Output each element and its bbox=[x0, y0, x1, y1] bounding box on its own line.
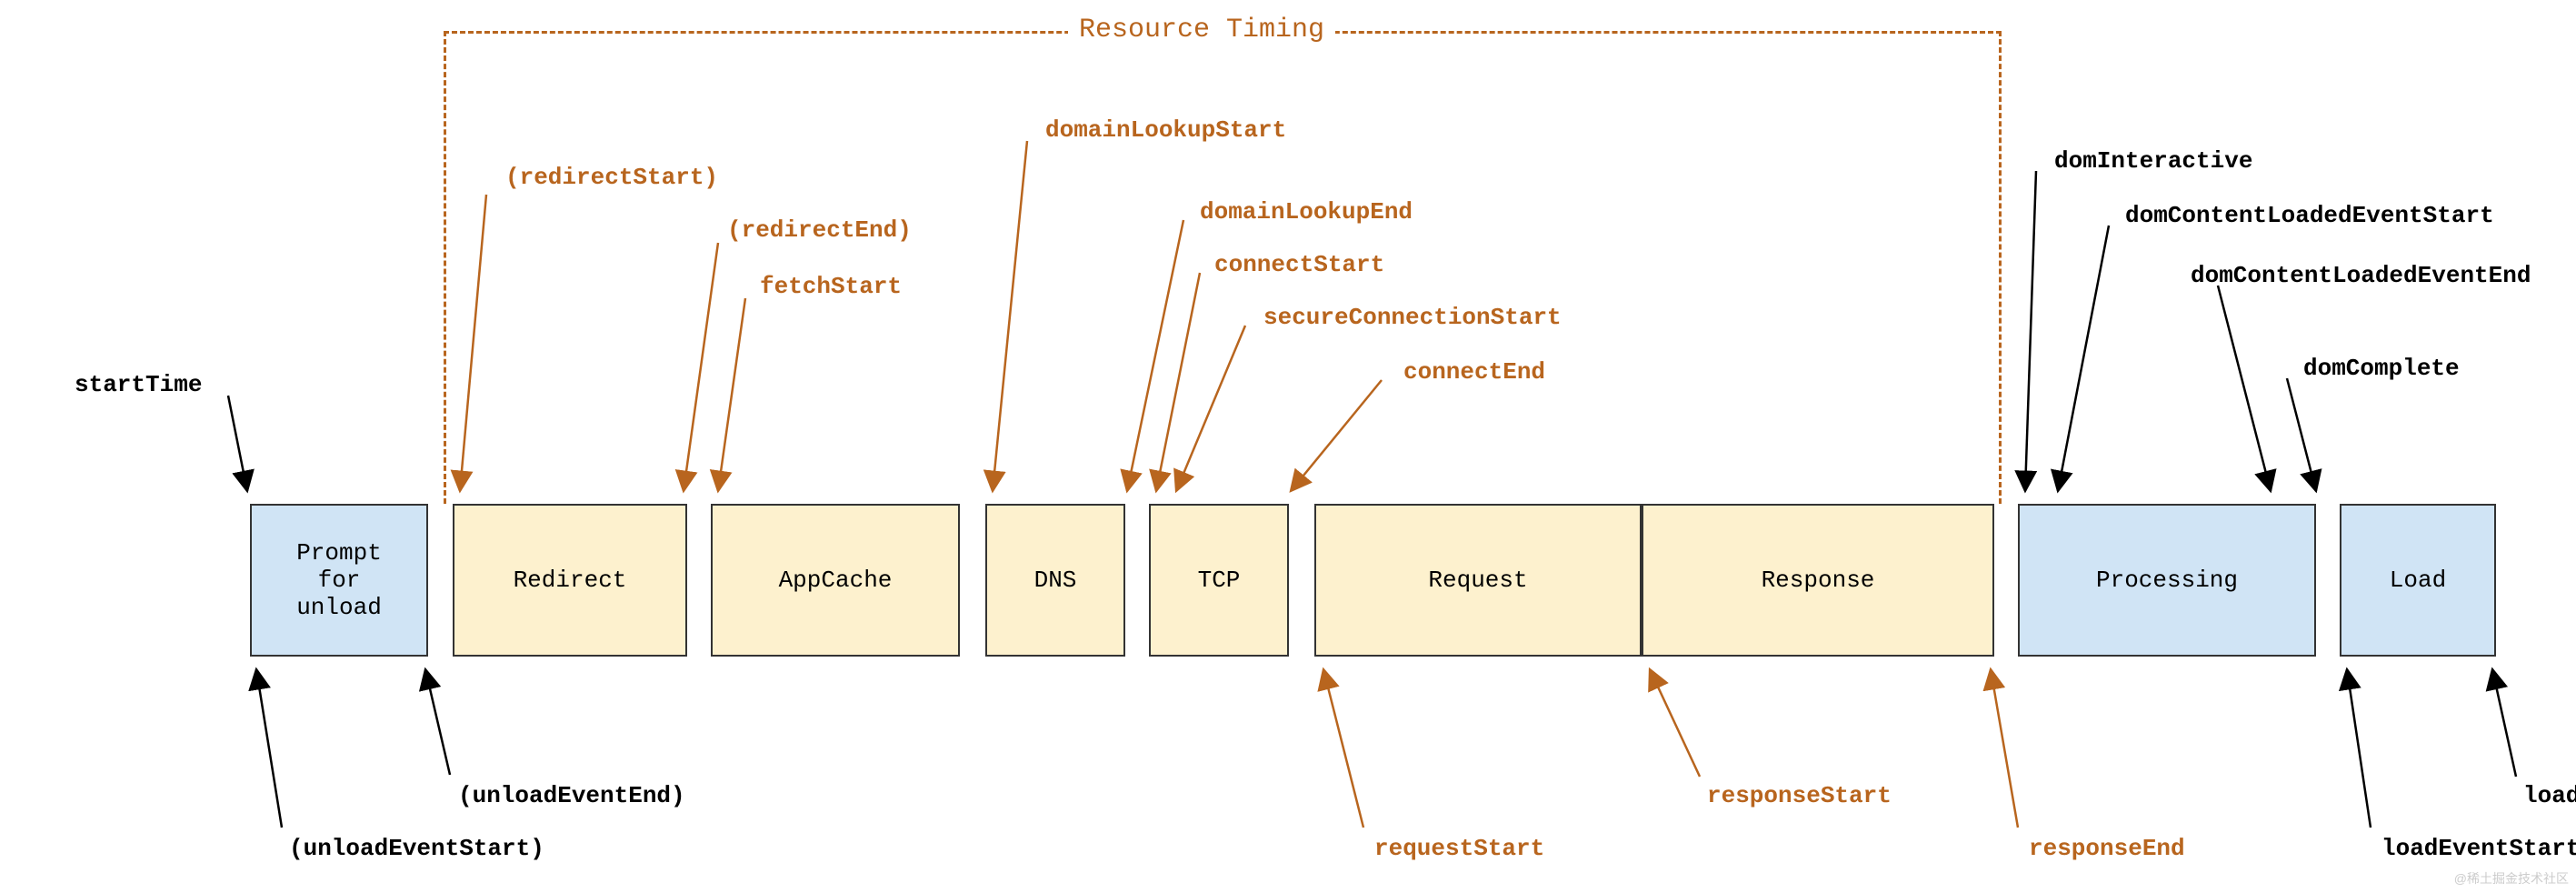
arrow-loadEventEnd bbox=[2492, 669, 2516, 777]
label-responseStart: responseStart bbox=[1707, 782, 1892, 809]
label-unloadEventStart: (unloadEventStart) bbox=[289, 835, 544, 862]
phase-request: Request bbox=[1314, 504, 1642, 657]
label-requestStart: requestStart bbox=[1374, 835, 1544, 862]
arrow-domContentLoadedEventEnd bbox=[2218, 286, 2271, 491]
phase-processing: Processing bbox=[2018, 504, 2316, 657]
label-domContentLoadedEventStart: domContentLoadedEventStart bbox=[2125, 202, 2494, 229]
label-redirectEnd: (redirectEnd) bbox=[727, 216, 912, 244]
label-connectEnd: connectEnd bbox=[1403, 358, 1545, 386]
arrow-unloadEventStart bbox=[256, 669, 282, 828]
arrow-domInteractive bbox=[2025, 171, 2036, 491]
label-loadEventEnd: loadEventEnd bbox=[2523, 782, 2576, 809]
phase-appcache: AppCache bbox=[711, 504, 960, 657]
label-connectStart: connectStart bbox=[1214, 251, 1384, 278]
arrow-startTime bbox=[228, 396, 247, 491]
arrow-requestStart bbox=[1323, 669, 1363, 828]
label-redirectStart: (redirectStart) bbox=[505, 164, 718, 191]
phase-prompt-unload: Prompt for unload bbox=[250, 504, 428, 657]
label-fetchStart: fetchStart bbox=[760, 273, 902, 300]
label-domainLookupStart: domainLookupStart bbox=[1045, 116, 1286, 144]
label-loadEventStart: loadEventStart bbox=[2381, 835, 2576, 862]
phase-tcp: TCP bbox=[1149, 504, 1289, 657]
watermark: @稀土掘金技术社区 bbox=[2454, 869, 2569, 888]
label-startTime: startTime bbox=[75, 371, 202, 398]
phase-load: Load bbox=[2340, 504, 2496, 657]
arrow-domComplete bbox=[2287, 378, 2316, 491]
arrow-loadEventStart bbox=[2347, 669, 2371, 828]
label-domContentLoadedEventEnd: domContentLoadedEventEnd bbox=[2191, 262, 2531, 289]
label-responseEnd: responseEnd bbox=[2029, 835, 2185, 862]
arrow-responseEnd bbox=[1991, 669, 2018, 828]
label-unloadEventEnd: (unloadEventEnd) bbox=[458, 782, 685, 809]
arrow-responseStart bbox=[1650, 669, 1700, 777]
arrow-unloadEventEnd bbox=[425, 669, 450, 775]
phase-redirect: Redirect bbox=[453, 504, 687, 657]
label-domComplete: domComplete bbox=[2303, 355, 2460, 382]
resource-timing-title: Resource Timing bbox=[1068, 15, 1335, 45]
arrow-domContentLoadedEventStart bbox=[2058, 226, 2109, 491]
phase-dns: DNS bbox=[985, 504, 1125, 657]
label-domainLookupEnd: domainLookupEnd bbox=[1200, 198, 1413, 226]
phase-response: Response bbox=[1642, 504, 1994, 657]
label-secureConnectionStart: secureConnectionStart bbox=[1263, 304, 1562, 331]
label-domInteractive: domInteractive bbox=[2054, 147, 2252, 175]
